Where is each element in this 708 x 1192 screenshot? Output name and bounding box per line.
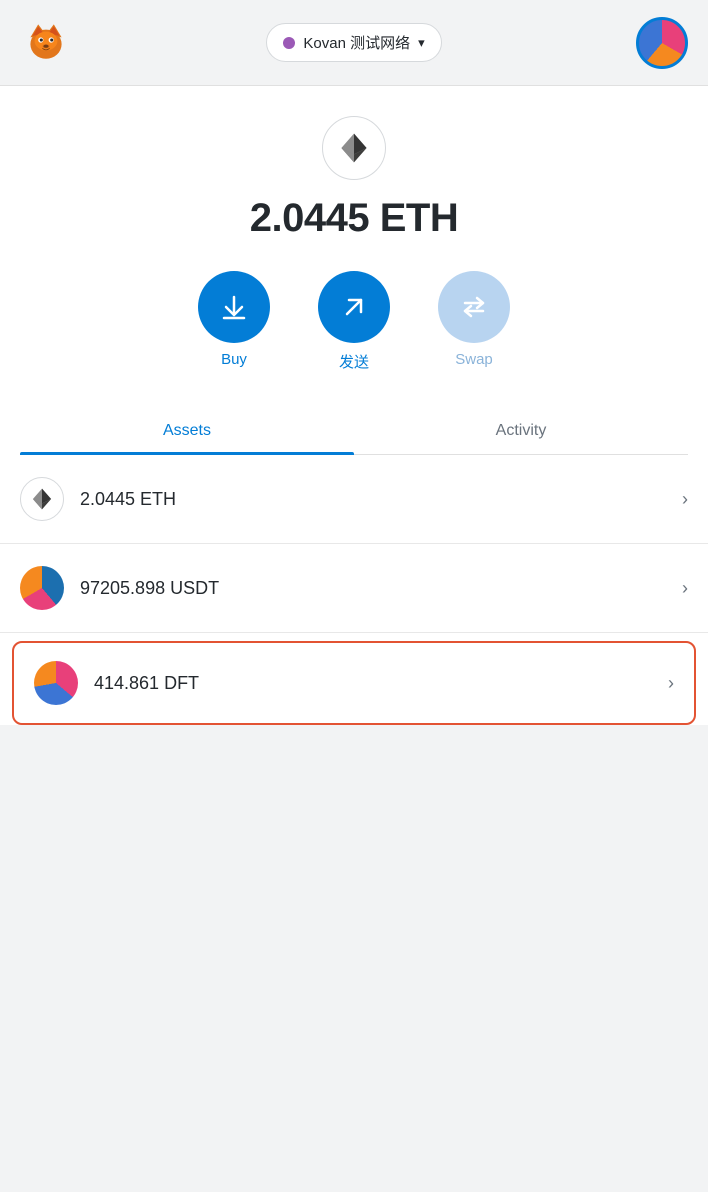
- eth-chevron-icon: ›: [682, 489, 688, 510]
- usdt-amount: 97205.898 USDT: [80, 578, 682, 599]
- asset-row-eth[interactable]: 2.0445 ETH ›: [0, 455, 708, 544]
- send-label: 发送: [339, 351, 369, 372]
- tab-activity[interactable]: Activity: [354, 408, 688, 454]
- asset-row-usdt[interactable]: 97205.898 USDT ›: [0, 544, 708, 633]
- dft-amount: 414.861 DFT: [94, 673, 668, 694]
- main-content: 2.0445 ETH Buy 发送: [0, 86, 708, 455]
- dft-chevron-icon: ›: [668, 673, 674, 694]
- buy-label: Buy: [221, 351, 247, 368]
- eth-token-icon: [20, 477, 64, 521]
- asset-list: 2.0445 ETH › 97205.898 USDT › 414.861 DF…: [0, 455, 708, 725]
- swap-label: Swap: [455, 351, 493, 368]
- buy-action[interactable]: Buy: [198, 271, 270, 368]
- asset-row-dft[interactable]: 414.861 DFT ›: [12, 641, 696, 725]
- dft-token-icon: [34, 661, 78, 705]
- send-action[interactable]: 发送: [318, 271, 390, 372]
- eth-amount: 2.0445 ETH: [80, 489, 682, 510]
- eth-logo-icon: [322, 116, 386, 180]
- network-dot: [283, 37, 295, 49]
- chevron-down-icon: ▾: [418, 35, 425, 51]
- avatar[interactable]: [636, 17, 688, 69]
- buy-button[interactable]: [198, 271, 270, 343]
- swap-button[interactable]: [438, 271, 510, 343]
- tab-assets[interactable]: Assets: [20, 408, 354, 454]
- actions-row: Buy 发送 Swap: [198, 271, 510, 372]
- swap-action[interactable]: Swap: [438, 271, 510, 368]
- send-button[interactable]: [318, 271, 390, 343]
- network-label: Kovan 测试网络: [303, 32, 410, 53]
- wallet-balance: 2.0445 ETH: [250, 196, 458, 241]
- header: Kovan 测试网络 ▾: [0, 0, 708, 86]
- usdt-token-icon: [20, 566, 64, 610]
- network-selector[interactable]: Kovan 测试网络 ▾: [266, 23, 441, 62]
- tabs-row: Assets Activity: [20, 408, 688, 455]
- usdt-chevron-icon: ›: [682, 578, 688, 599]
- metamask-logo: [20, 14, 72, 71]
